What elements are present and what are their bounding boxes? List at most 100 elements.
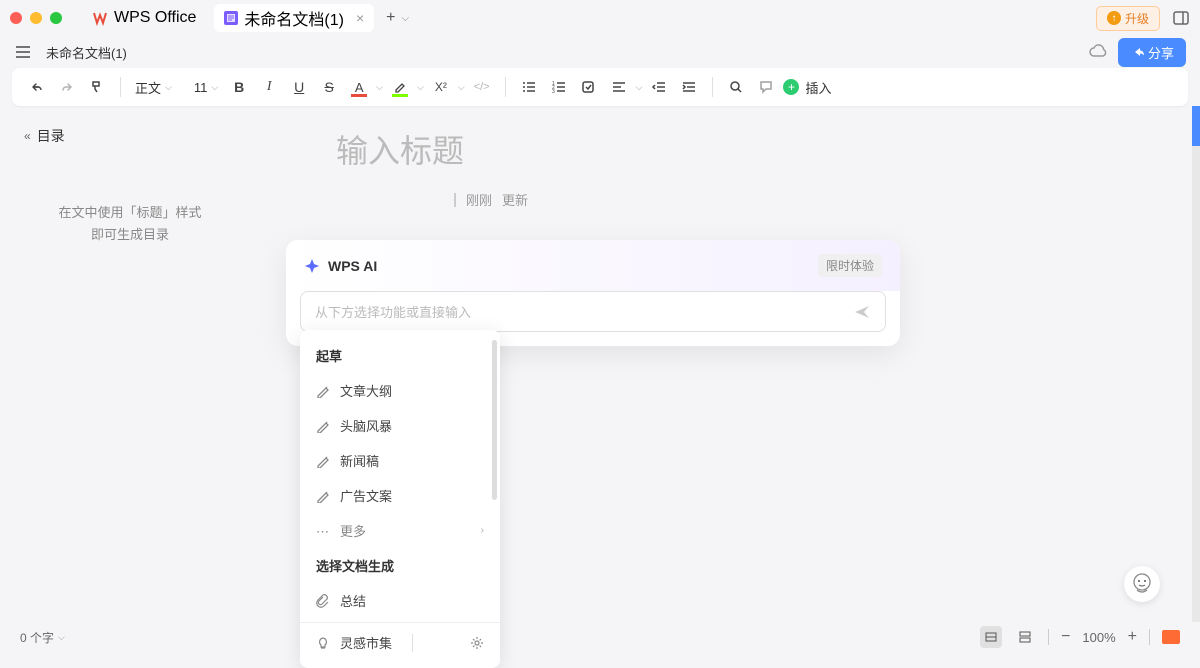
hamburger-menu-icon[interactable] (14, 43, 32, 61)
font-size-selector[interactable]: 11⌵ (190, 80, 222, 95)
align-chevron[interactable]: ⌵ (636, 82, 643, 93)
search-button[interactable] (723, 74, 749, 100)
maximize-window[interactable] (50, 12, 62, 24)
toolbar: 正文⌵ 11⌵ B I U S A ⌵ ⌵ X² ⌵ </> 123 ⌵ + 插… (12, 68, 1188, 106)
app-home-tab[interactable]: WPS Office (82, 4, 206, 32)
toc-title: 目录 (37, 126, 65, 146)
upgrade-label: 升级 (1125, 10, 1149, 27)
ai-menu: 起草 文章大纲 头脑风暴 新闻稿 广告文案 ⋯ 更多 › 选择文档生成 总结 灵… (300, 330, 500, 668)
cursor-bar (454, 193, 456, 207)
insert-label: 插入 (805, 78, 831, 97)
document-tab[interactable]: 未命名文档(1) × (214, 4, 374, 32)
ai-item-outline[interactable]: 文章大纲 (300, 373, 500, 408)
cloud-sync-icon[interactable] (1088, 42, 1108, 62)
format-painter-button[interactable] (84, 74, 110, 100)
ai-badge: 限时体验 (818, 254, 882, 277)
zoom-out-button[interactable]: − (1061, 628, 1070, 646)
ai-item-news[interactable]: 新闻稿 (300, 443, 500, 478)
new-tab-button[interactable]: + (386, 9, 395, 27)
italic-button[interactable]: I (256, 74, 282, 100)
undo-button[interactable] (24, 74, 50, 100)
ai-section-select: 选择文档生成 (300, 548, 500, 583)
share-label: 分享 (1148, 43, 1174, 62)
wps-ai-logo-icon (304, 258, 320, 274)
chevron-right-icon: › (481, 525, 484, 536)
ai-input[interactable]: 从下方选择功能或直接输入 (300, 291, 886, 332)
toc-sidebar: « 目录 在文中使用「标题」样式 即可生成目录 (0, 106, 260, 622)
statusbar: 0 个字 ⌵ − 100% + (0, 622, 1200, 652)
ai-title: WPS AI (328, 258, 377, 274)
ai-section-draft: 起草 (300, 338, 500, 373)
comment-button[interactable] (753, 74, 779, 100)
app-name-label: WPS Office (114, 9, 196, 27)
secondbar: 未命名文档(1) 分享 (0, 36, 1200, 68)
fullscreen-button[interactable] (1162, 630, 1180, 644)
ai-menu-scrollbar[interactable] (492, 340, 497, 500)
view-mode-2[interactable] (1014, 626, 1036, 648)
word-count-chevron: ⌵ (58, 632, 65, 643)
right-scrollbar[interactable] (1192, 106, 1200, 622)
plus-icon: + (783, 79, 799, 95)
redo-button[interactable] (54, 74, 80, 100)
update-label: 更新 (502, 190, 528, 209)
close-tab-icon[interactable]: × (356, 10, 364, 26)
document-icon (224, 11, 238, 25)
pen-icon (316, 419, 330, 433)
paragraph-style-selector[interactable]: 正文⌵ (131, 78, 176, 97)
checklist-button[interactable] (576, 74, 602, 100)
assistant-mascot[interactable] (1124, 566, 1160, 602)
ai-item-brainstorm[interactable]: 头脑风暴 (300, 408, 500, 443)
align-button[interactable] (606, 74, 632, 100)
send-icon[interactable] (853, 303, 871, 321)
pen-icon (316, 384, 330, 398)
script-chevron[interactable]: ⌵ (458, 82, 465, 93)
ai-item-more[interactable]: ⋯ 更多 › (300, 513, 500, 548)
main-area: « 目录 在文中使用「标题」样式 即可生成目录 输入标题 刚刚 更新 (0, 106, 1200, 622)
update-time: 刚刚 (466, 190, 492, 209)
zoom-in-button[interactable]: + (1128, 628, 1137, 646)
document-tab-title: 未命名文档(1) (244, 6, 344, 30)
share-button[interactable]: 分享 (1118, 38, 1186, 67)
close-window[interactable] (10, 12, 22, 24)
bullet-list-button[interactable] (516, 74, 542, 100)
underline-button[interactable]: U (286, 74, 312, 100)
view-mode-1[interactable] (980, 626, 1002, 648)
pen-icon (316, 454, 330, 468)
panel-toggle-icon[interactable] (1172, 9, 1190, 27)
zoom-level[interactable]: 100% (1082, 630, 1115, 645)
font-color-chevron[interactable]: ⌵ (376, 82, 383, 93)
ai-input-placeholder: 从下方选择功能或直接输入 (315, 302, 853, 321)
insert-button[interactable]: + 插入 (783, 78, 831, 97)
pen-icon (316, 489, 330, 503)
toc-header[interactable]: « 目录 (24, 126, 236, 146)
indent-button[interactable] (676, 74, 702, 100)
document-name[interactable]: 未命名文档(1) (46, 43, 127, 62)
collapse-toc-icon[interactable]: « (24, 129, 31, 143)
svg-text:3: 3 (552, 89, 555, 95)
titlebar: WPS Office 未命名文档(1) × + ⌵ ↑ 升级 (0, 0, 1200, 36)
new-tab-menu-chevron[interactable]: ⌵ (401, 13, 409, 24)
scrollbar-thumb[interactable] (1192, 106, 1200, 146)
minimize-window[interactable] (30, 12, 42, 24)
window-controls (10, 12, 62, 24)
outdent-button[interactable] (646, 74, 672, 100)
ai-item-summary[interactable]: 总结 (300, 583, 500, 618)
font-color-button[interactable]: A (346, 74, 372, 100)
numbered-list-button[interactable]: 123 (546, 74, 572, 100)
superscript-button[interactable]: X² (428, 74, 454, 100)
ai-header: WPS AI 限时体验 (286, 240, 900, 291)
highlight-chevron[interactable]: ⌵ (417, 82, 424, 93)
title-placeholder[interactable]: 输入标题 (336, 126, 1160, 172)
more-icon: ⋯ (316, 524, 330, 538)
attachment-icon (316, 594, 330, 608)
strikethrough-button[interactable]: S (316, 74, 342, 100)
word-count[interactable]: 0 个字 ⌵ (20, 629, 65, 646)
zoom-controls: − 100% + (1061, 628, 1137, 646)
wps-logo-icon (92, 10, 108, 26)
bold-button[interactable]: B (226, 74, 252, 100)
upgrade-button[interactable]: ↑ 升级 (1096, 6, 1160, 31)
ai-item-ad[interactable]: 广告文案 (300, 478, 500, 513)
highlight-button[interactable] (387, 74, 413, 100)
upgrade-icon: ↑ (1107, 11, 1121, 25)
code-button[interactable]: </> (469, 74, 495, 100)
